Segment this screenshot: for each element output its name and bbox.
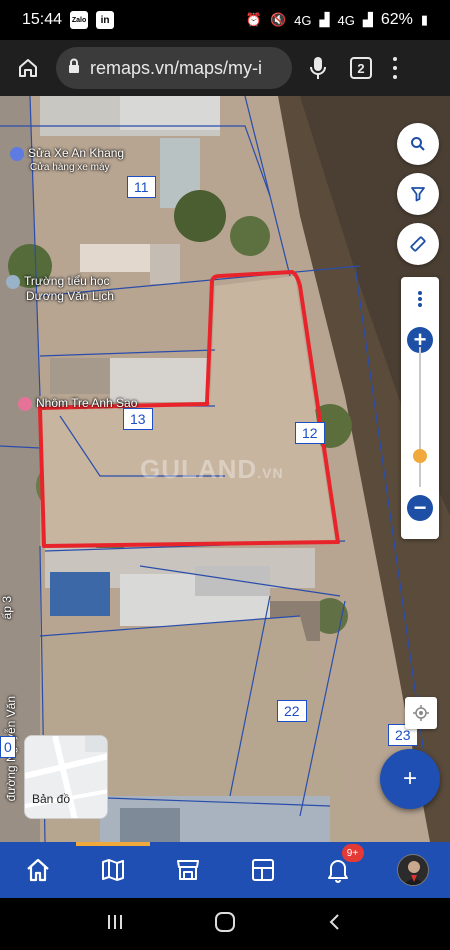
linkedin-icon: in: [96, 11, 115, 29]
status-time: 15:44: [22, 11, 63, 28]
map-view[interactable]: Sửa Xe An Khang Cửa hàng xe máy Trường t…: [0, 96, 450, 842]
zoom-out-button[interactable]: −: [407, 495, 433, 521]
nav-notifications[interactable]: 9+: [312, 842, 364, 898]
zoom-options-icon[interactable]: [418, 291, 422, 307]
status-bar: 15:44 Zalo in ⏰ 🔇 4G ▟ 4G ▟ 62% ▮: [0, 0, 450, 40]
back-chevron-icon: [329, 913, 340, 930]
lot-label-11[interactable]: 11: [127, 176, 156, 198]
alarm-icon: ⏰: [245, 12, 262, 27]
lot-label-12[interactable]: 12: [295, 422, 325, 444]
zoom-slider-handle[interactable]: [413, 449, 427, 463]
zoom-slider-track[interactable]: [419, 347, 421, 487]
voice-search-button[interactable]: [306, 54, 330, 82]
ruler-icon: [410, 236, 426, 252]
system-navigation-bar: [0, 898, 450, 950]
nav-home[interactable]: [12, 842, 64, 898]
dashboard-icon: [251, 859, 274, 881]
lot-label-13[interactable]: 13: [123, 408, 153, 430]
mute-icon: 🔇: [269, 12, 287, 27]
filter-button[interactable]: [397, 173, 439, 215]
zalo-icon: Zalo: [70, 11, 89, 29]
measure-button[interactable]: [397, 223, 439, 265]
nav-dashboard[interactable]: [237, 842, 289, 898]
map-thumbnail-icon: [25, 736, 107, 818]
poi-truong-tieu-hoc[interactable]: Trường tiểu học Dương Văn Lịch: [6, 274, 114, 303]
recents-icon: [107, 914, 122, 929]
more-menu-button[interactable]: [390, 57, 400, 79]
home-icon: [26, 858, 49, 882]
watermark: GULAND.VN: [140, 454, 284, 484]
home-circle-icon: [214, 911, 235, 932]
nav-map[interactable]: [75, 842, 150, 898]
zoom-panel: + −: [401, 277, 439, 539]
filter-icon: [411, 187, 425, 202]
poi-nhom-tre[interactable]: Nhôm Tre Anh Sao: [18, 396, 137, 411]
school-icon: [6, 274, 20, 289]
bottom-navigation: 9+: [0, 842, 450, 898]
home-icon: [19, 59, 37, 77]
road-label-ap3: ấp 3: [0, 596, 14, 620]
battery-level: 62%: [380, 11, 413, 28]
back-button[interactable]: [325, 912, 345, 937]
url-field[interactable]: remaps.vn/maps/my-i: [56, 47, 292, 89]
signal-icon-2: ▟: [362, 12, 373, 27]
signal-label-1: 4G: [294, 12, 312, 28]
map-icon: [101, 859, 124, 881]
browser-toolbar: remaps.vn/maps/my-i 2: [0, 40, 450, 96]
search-icon: [411, 137, 425, 151]
lot-label-edge: 0: [0, 736, 16, 758]
battery-icon: ▮: [420, 12, 428, 27]
avatar: [396, 854, 429, 886]
map-style-label: Bản đồ: [32, 792, 71, 806]
map-style-toggle[interactable]: Bản đồ: [24, 735, 108, 819]
poi-sua-xe-an-khang[interactable]: Sửa Xe An Khang Cửa hàng xe máy: [10, 146, 124, 175]
home-button[interactable]: [14, 54, 42, 82]
nav-store[interactable]: [162, 842, 214, 898]
recent-apps-button[interactable]: [105, 912, 125, 937]
place-marker-icon: [18, 396, 32, 411]
tab-switcher-button[interactable]: 2: [350, 57, 372, 79]
locate-button[interactable]: [405, 697, 437, 729]
lock-icon: [68, 58, 80, 79]
nav-profile[interactable]: [387, 842, 439, 898]
add-listing-button[interactable]: +: [380, 749, 440, 809]
url-text: remaps.vn/maps/my-i: [90, 57, 263, 78]
signal-label-2: 4G: [337, 12, 355, 28]
home-system-button[interactable]: [214, 911, 236, 938]
crosshair-icon: [413, 705, 429, 721]
bike-shop-icon: [10, 146, 24, 161]
notification-badge: 9+: [341, 844, 364, 862]
search-button[interactable]: [397, 123, 439, 165]
lot-label-22[interactable]: 22: [277, 700, 307, 722]
store-icon: [176, 860, 199, 880]
signal-icon-1: ▟: [319, 12, 330, 27]
microphone-icon: [310, 57, 326, 79]
